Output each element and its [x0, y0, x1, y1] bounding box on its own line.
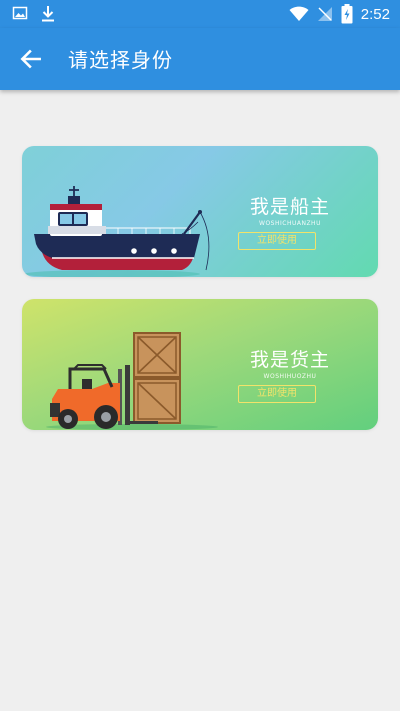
- role-subtitle: WOSHIHUOZHU: [263, 373, 317, 380]
- image-icon: [12, 6, 28, 20]
- crate-bottom: [133, 378, 181, 424]
- no-sim-icon: [317, 7, 332, 21]
- wifi-icon: [289, 6, 309, 21]
- battery-charging-icon: [341, 4, 353, 24]
- page-title: 请选择身份: [68, 48, 173, 72]
- ship-illustration: [24, 186, 210, 277]
- arrow-back-icon[interactable]: [18, 46, 44, 72]
- forklift-illustration: [46, 332, 218, 430]
- role-title: 我是船主: [249, 196, 330, 218]
- role-card-ship-owner[interactable]: 我是船主 WOSHICHUANZHU 立即使用: [22, 146, 378, 277]
- role-card-cargo-owner[interactable]: 我是货主 WOSHIHUOZHU 立即使用: [22, 299, 378, 430]
- role-title: 我是货主: [249, 349, 330, 371]
- use-now-button[interactable]: 立即使用: [238, 232, 316, 250]
- crate-top: [133, 332, 181, 378]
- role-subtitle: WOSHICHUANZHU: [259, 220, 321, 227]
- status-time: 2:52: [360, 5, 390, 23]
- use-now-button[interactable]: 立即使用: [238, 385, 316, 403]
- status-bar: 2:52: [0, 0, 400, 28]
- app-bar: 请选择身份: [0, 28, 400, 90]
- download-icon: [42, 6, 54, 22]
